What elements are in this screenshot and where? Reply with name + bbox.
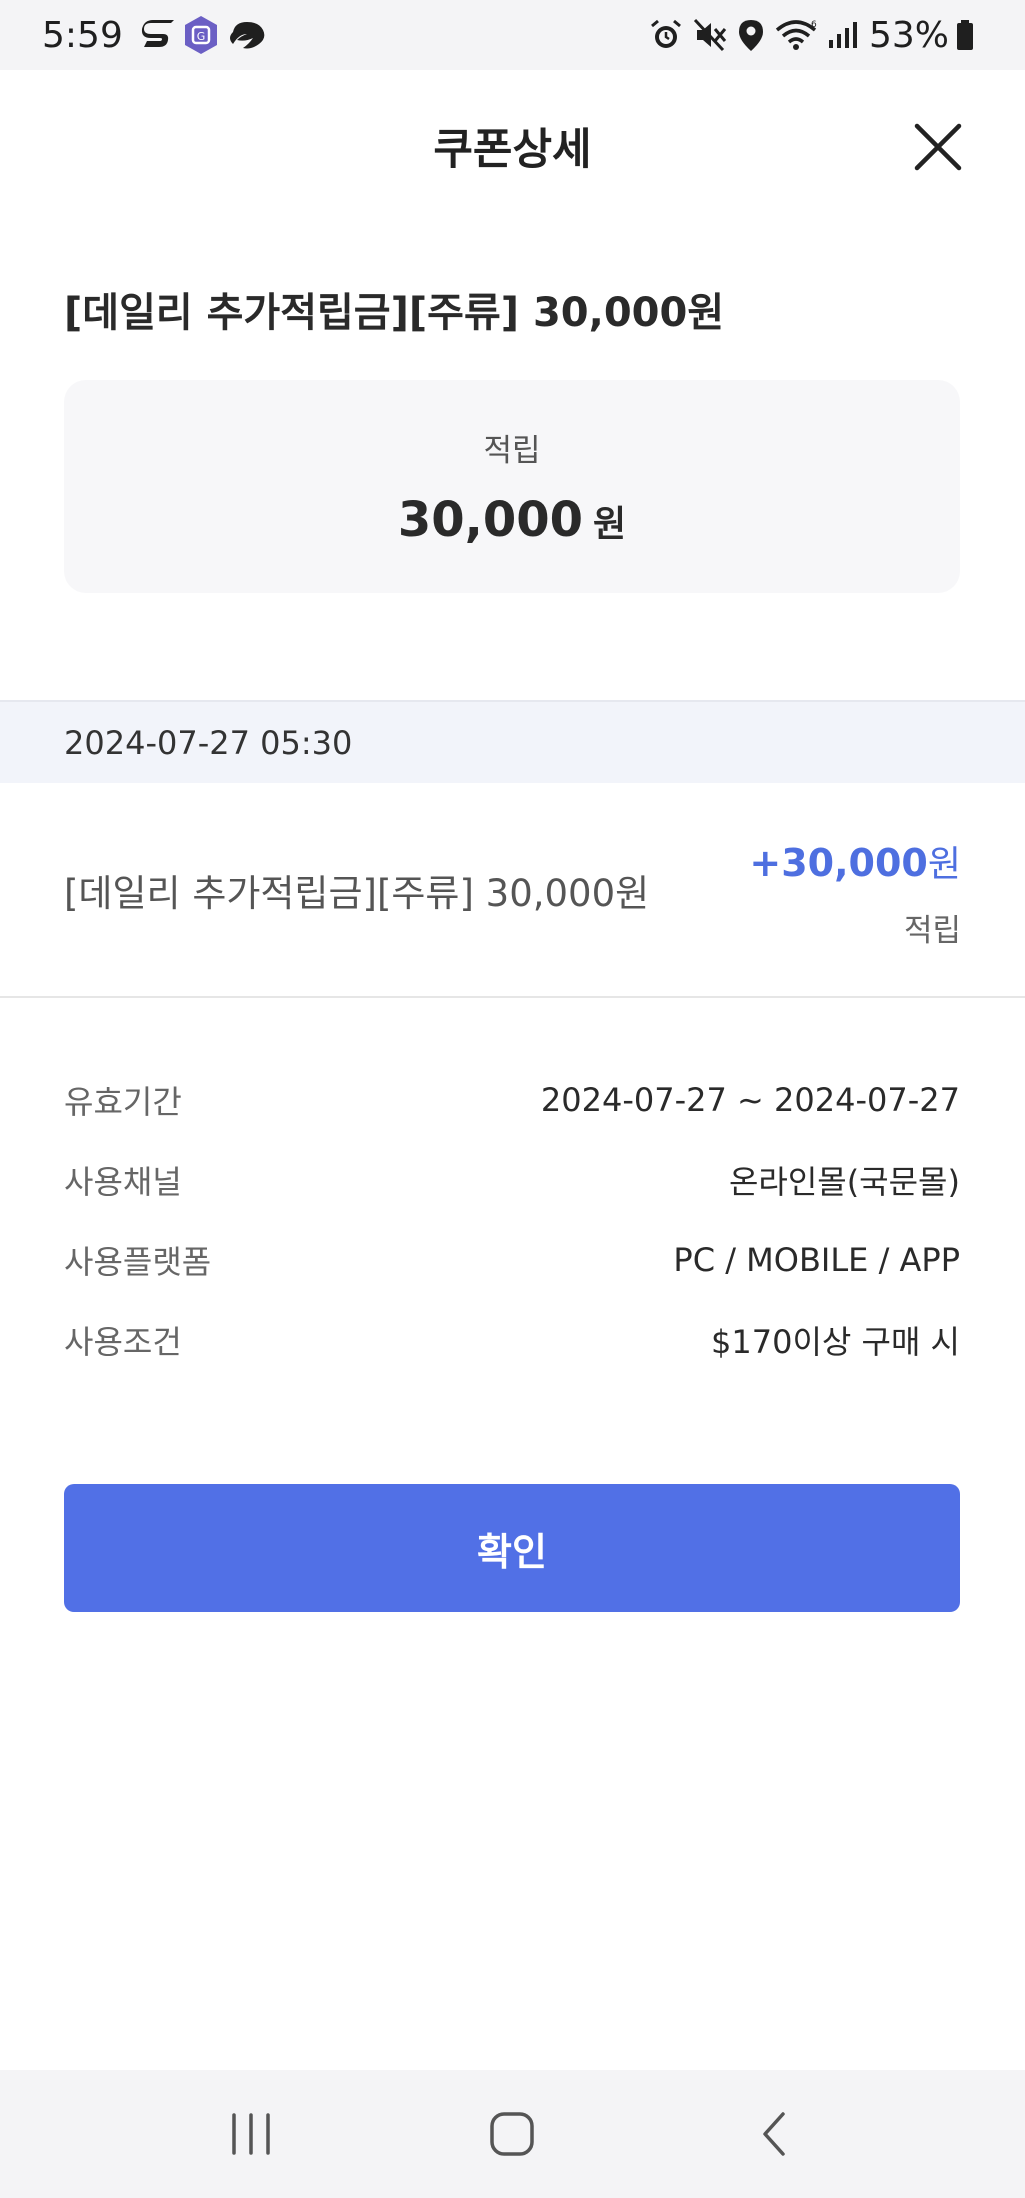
coupon-summary-box: 적립 30,000 원: [64, 380, 960, 593]
status-bar-left: 5:59 G: [42, 15, 275, 56]
coupon-title: [데일리 추가적립금][주류] 30,000원: [64, 290, 725, 336]
detail-value: PC / MOBILE / APP: [673, 1241, 960, 1279]
history-amount-value: +30,000: [749, 841, 928, 885]
shield-app-icon: G: [183, 15, 219, 55]
battery-percent: 53%: [868, 14, 949, 56]
detail-value: $170이상 구매 시: [711, 1323, 960, 1361]
coupon-details: 유효기간 2024-07-27 ~ 2024-07-27 사용채널 온라인몰(국…: [64, 1060, 960, 1380]
back-button[interactable]: [724, 2094, 824, 2174]
detail-label: 사용플랫폼: [64, 1243, 212, 1281]
status-time: 5:59: [42, 14, 123, 56]
history-date-band: 2024-07-27 05:30: [0, 700, 1025, 783]
summary-label: 적립: [483, 433, 541, 469]
signal-icon: [827, 20, 859, 50]
detail-label: 사용조건: [64, 1323, 182, 1361]
header: 쿠폰상세: [0, 70, 1025, 222]
history-row: [데일리 추가적립금][주류] 30,000원 +30,000 원 적립: [0, 783, 1025, 998]
recent-apps-icon: [232, 2113, 270, 2155]
detail-row-validity: 유효기간 2024-07-27 ~ 2024-07-27: [64, 1060, 960, 1140]
detail-row-platform: 사용플랫폼 PC / MOBILE / APP: [64, 1220, 960, 1300]
s-app-icon: [141, 20, 175, 50]
home-icon: [490, 2112, 535, 2156]
detail-row-condition: 사용조건 $170이상 구매 시: [64, 1300, 960, 1380]
location-icon: [737, 18, 765, 52]
history-amount-unit: 원: [927, 844, 961, 885]
close-icon: [914, 123, 962, 171]
home-button[interactable]: [462, 2094, 562, 2174]
detail-value: 2024-07-27 ~ 2024-07-27: [540, 1081, 960, 1119]
summary-unit: 원: [593, 504, 627, 545]
history-type: 적립: [903, 913, 961, 949]
system-nav-bar: [0, 2070, 1025, 2198]
back-icon: [763, 2112, 785, 2156]
detail-value: 온라인몰(국문몰): [728, 1163, 960, 1201]
detail-label: 사용채널: [64, 1163, 182, 1201]
wifi-icon: 6: [775, 18, 817, 52]
detail-row-channel: 사용채널 온라인몰(국문몰): [64, 1140, 960, 1220]
battery-icon: [955, 19, 975, 51]
recent-apps-button[interactable]: [201, 2094, 301, 2174]
alarm-icon: [649, 18, 683, 52]
mute-icon: [693, 18, 727, 52]
svg-text:6: 6: [811, 20, 817, 30]
summary-value: 30,000: [397, 492, 584, 548]
cloud-app-icon: [227, 18, 267, 52]
detail-label: 유효기간: [64, 1083, 182, 1121]
status-bar: 5:59 G 6 53%: [0, 0, 1025, 70]
confirm-button-label: 확인: [477, 1529, 547, 1574]
history-amount: +30,000 원: [749, 835, 961, 887]
history-item-name: [데일리 추가적립금][주류] 30,000원: [64, 872, 650, 915]
svg-text:G: G: [197, 30, 206, 43]
history-date: 2024-07-27 05:30: [64, 723, 353, 762]
confirm-button[interactable]: 확인: [64, 1484, 960, 1612]
close-button[interactable]: [913, 122, 963, 172]
page-title: 쿠폰상세: [433, 125, 592, 175]
summary-amount: 30,000 원: [398, 492, 626, 548]
status-bar-right: 6 53%: [649, 15, 985, 56]
